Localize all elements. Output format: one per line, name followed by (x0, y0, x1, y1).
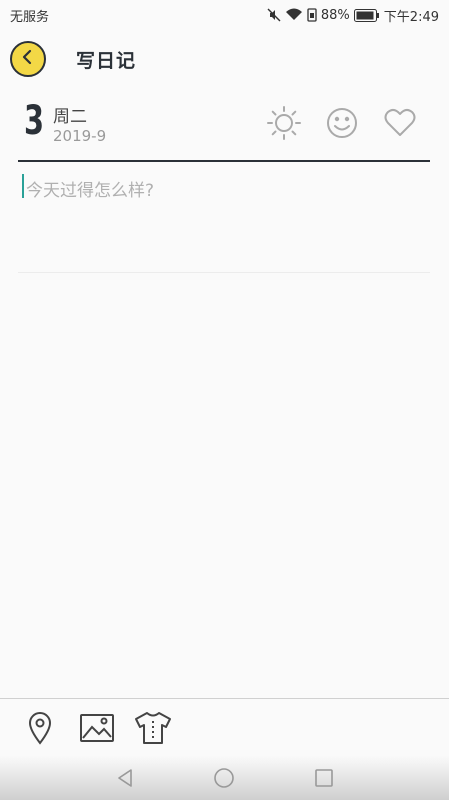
bottom-toolbar (0, 698, 449, 756)
diary-input[interactable] (18, 170, 430, 270)
chevron-left-icon (20, 49, 36, 69)
app-header: 写日记 (0, 36, 449, 84)
heart-icon[interactable] (381, 104, 419, 142)
editor-divider (18, 272, 430, 273)
weekday-label: 周二 (53, 107, 87, 127)
back-button[interactable] (10, 41, 46, 77)
carrier-text: 无服务 (10, 9, 50, 25)
diary-editor (18, 170, 430, 270)
nav-recent-icon[interactable] (312, 766, 336, 790)
shirt-icon[interactable] (133, 709, 173, 747)
status-icons: 88% 下午2:49 (267, 6, 439, 25)
battery-icon (353, 8, 380, 22)
year-month-label: 2019-9 (53, 127, 107, 145)
date-row: 3 周二 2019-9 (0, 96, 449, 156)
smile-icon[interactable] (323, 104, 361, 142)
image-icon[interactable] (77, 709, 117, 747)
text-caret (22, 174, 24, 198)
mood-selector (265, 104, 419, 142)
header-divider (18, 160, 430, 162)
clock-text: 下午2:49 (383, 9, 439, 25)
nav-back-icon[interactable] (113, 766, 137, 790)
battery-percent: 88% (320, 7, 350, 23)
status-bar: 无服务 88% 下午2:49 (0, 0, 449, 30)
mute-icon (267, 8, 281, 22)
page-title: 写日记 (76, 50, 137, 72)
day-number[interactable]: 3 (24, 98, 44, 144)
nav-home-icon[interactable] (212, 766, 236, 790)
location-pin-icon[interactable] (20, 709, 60, 747)
sim-icon (307, 8, 317, 22)
system-nav-bar (0, 756, 449, 800)
sun-icon[interactable] (265, 104, 303, 142)
wifi-icon (285, 8, 303, 22)
